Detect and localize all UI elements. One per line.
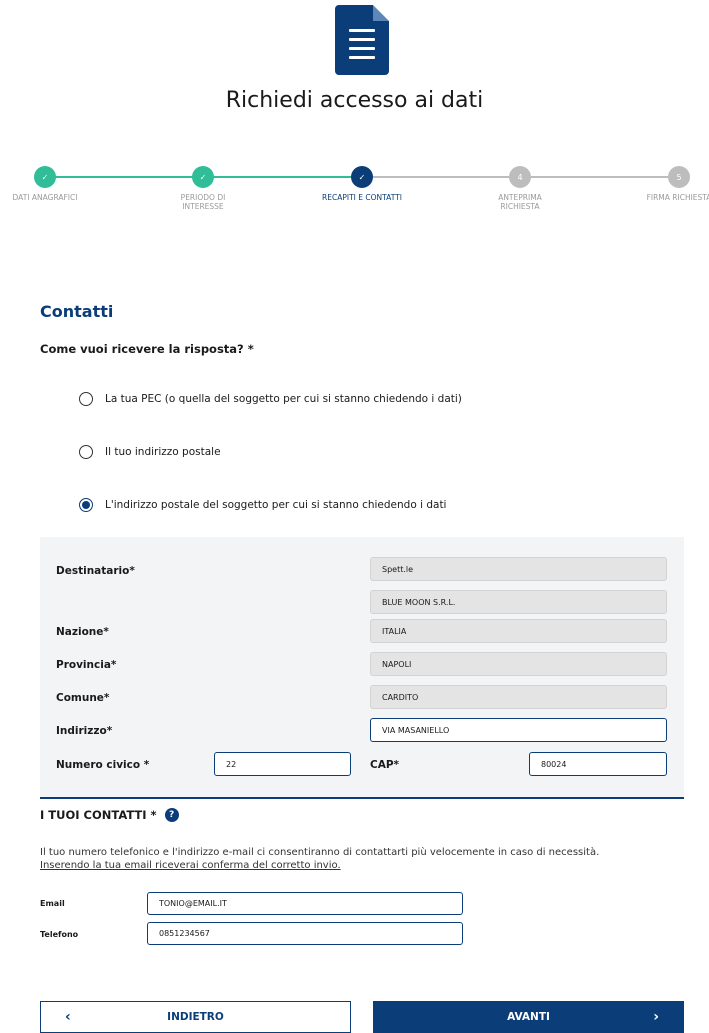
email-label: Email (40, 899, 65, 908)
zip-label: CAP* (370, 759, 400, 771)
check-icon: ✓ (34, 166, 56, 188)
next-button-label: AVANTI (507, 1011, 550, 1023)
street-number-input[interactable]: 22 (214, 752, 351, 776)
step-label: ANTEPRIMA RICHIESTA (498, 193, 542, 211)
street-label: Indirizzo* (56, 725, 113, 737)
step-firma-richiesta: 5 FIRMA RICHIESTA (639, 166, 709, 202)
city-field: CARDITO (370, 685, 667, 709)
step-number: 5 (668, 166, 690, 188)
your-contacts-heading: I TUOI CONTATTI * (40, 808, 157, 822)
radio-label: L'indirizzo postale del soggetto per cui… (105, 499, 447, 511)
recipient-line1-field: Spett.le (370, 557, 667, 581)
radio-label: La tua PEC (o quella del soggetto per cu… (105, 393, 462, 405)
step-label: FIRMA RICHIESTA (646, 193, 709, 202)
progress-stepper: ✓ DATI ANAGRAFICI ✓ PERIODO DI INTERESSE… (0, 166, 709, 226)
back-button-label: INDIETRO (167, 1011, 224, 1023)
check-icon: ✓ (192, 166, 214, 188)
province-field: NAPOLI (370, 652, 667, 676)
step-number: 4 (509, 166, 531, 188)
email-input[interactable]: TONIO@EMAIL.IT (147, 892, 463, 915)
phone-input[interactable]: 0851234567 (147, 922, 463, 945)
contacts-description: Il tuo numero telefonico e l'indirizzo e… (40, 846, 680, 872)
check-icon: ✓ (351, 166, 373, 188)
radio-option-pec[interactable]: La tua PEC (o quella del soggetto per cu… (79, 392, 462, 406)
step-recapiti-e-contatti[interactable]: ✓ RECAPITI E CONTATTI (322, 166, 402, 202)
step-label: DATI ANAGRAFICI (12, 193, 78, 202)
chevron-right-icon: › (653, 1009, 659, 1025)
section-title: Contatti (40, 302, 114, 321)
step-dati-anagrafici[interactable]: ✓ DATI ANAGRAFICI (5, 166, 85, 202)
chevron-left-icon: ‹ (65, 1009, 71, 1025)
radio-button-selected[interactable] (79, 498, 93, 512)
phone-label: Telefono (40, 930, 79, 939)
your-contacts-title: I TUOI CONTATTI * ? (40, 808, 179, 822)
response-method-question: Come vuoi ricevere la risposta? * (40, 342, 254, 356)
step-anteprima-richiesta: 4 ANTEPRIMA RICHIESTA (480, 166, 560, 211)
city-label: Comune* (56, 692, 110, 704)
radio-option-own-address[interactable]: Il tuo indirizzo postale (79, 445, 221, 459)
address-panel: Destinatario* Spett.le BLUE MOON S.R.L. … (40, 537, 684, 799)
radio-label: Il tuo indirizzo postale (105, 446, 221, 458)
document-icon (335, 5, 389, 75)
radio-button[interactable] (79, 445, 93, 459)
page-title: Richiedi accesso ai dati (225, 88, 484, 113)
step-label: RECAPITI E CONTATTI (322, 193, 402, 202)
country-field: ITALIA (370, 619, 667, 643)
radio-option-subject-address[interactable]: L'indirizzo postale del soggetto per cui… (79, 498, 446, 512)
street-number-label: Numero civico * (56, 759, 150, 771)
back-button[interactable]: ‹ INDIETRO (40, 1001, 351, 1033)
country-label: Nazione* (56, 626, 109, 638)
radio-button[interactable] (79, 392, 93, 406)
street-input[interactable]: VIA MASANIELLO (370, 718, 667, 742)
help-icon[interactable]: ? (164, 808, 179, 822)
step-periodo-di-interesse[interactable]: ✓ PERIODO DI INTERESSE (163, 166, 243, 211)
contacts-description-text: Il tuo numero telefonico e l'indirizzo e… (40, 847, 600, 858)
zip-input[interactable]: 80024 (529, 752, 667, 776)
recipient-label: Destinatario* (56, 565, 135, 577)
next-button[interactable]: AVANTI › (373, 1001, 684, 1033)
province-label: Provincia* (56, 659, 117, 671)
email-confirmation-note: Inserendo la tua email riceverai conferm… (40, 860, 341, 871)
step-label: PERIODO DI INTERESSE (180, 193, 226, 211)
recipient-line2-field: BLUE MOON S.R.L. (370, 590, 667, 614)
